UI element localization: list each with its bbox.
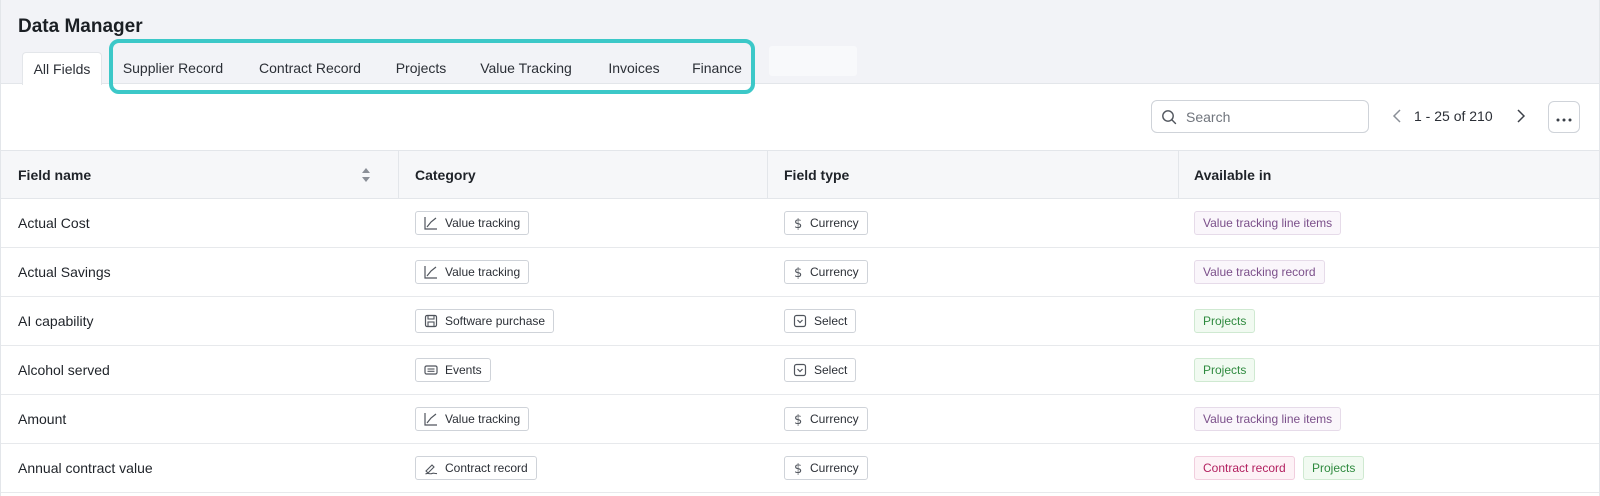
category-chip: Software purchase bbox=[415, 309, 555, 333]
ticket-icon bbox=[424, 363, 438, 377]
more-options-button[interactable] bbox=[1548, 101, 1580, 133]
tab-projects[interactable]: Projects bbox=[393, 51, 449, 84]
field-name: Alcohol served bbox=[18, 362, 110, 378]
column-header-field-name[interactable]: Field name bbox=[18, 151, 91, 198]
field-type-chip: $ Currency bbox=[784, 456, 868, 480]
chevron-left-icon[interactable] bbox=[1387, 104, 1407, 128]
page-title: Data Manager bbox=[18, 16, 143, 37]
trend-line-icon bbox=[424, 412, 438, 426]
field-type-chip: Select bbox=[784, 358, 857, 382]
svg-text:$: $ bbox=[794, 413, 802, 426]
tab-value-tracking[interactable]: Value Tracking bbox=[477, 51, 575, 84]
table-row[interactable]: Actual Cost Value tracking $ Currency Va… bbox=[1, 199, 1599, 248]
chevron-right-icon[interactable] bbox=[1511, 104, 1531, 128]
svg-text:$: $ bbox=[794, 462, 802, 475]
search-box[interactable] bbox=[1151, 100, 1369, 133]
field-type-chip: $ Currency bbox=[784, 211, 868, 235]
field-name: Annual contract value bbox=[18, 460, 153, 476]
select-box-icon bbox=[793, 314, 807, 328]
column-header-field-type[interactable]: Field type bbox=[784, 151, 849, 198]
app-window: Data Manager All Fields Supplier Record … bbox=[0, 0, 1600, 496]
table-row[interactable]: Actual Savings Value tracking $ Currency… bbox=[1, 248, 1599, 297]
table-row[interactable]: Amount Value tracking $ Currency Value t… bbox=[1, 395, 1599, 444]
table-row[interactable]: Alcohol served Events Select Projects bbox=[1, 346, 1599, 395]
select-box-icon bbox=[793, 363, 807, 377]
table-header: Field name Category Field type Available… bbox=[1, 150, 1599, 199]
placeholder-tab bbox=[769, 46, 857, 76]
svg-text:$: $ bbox=[794, 266, 802, 279]
availability-badge: Projects bbox=[1303, 456, 1365, 480]
field-name: Actual Cost bbox=[18, 215, 90, 231]
table-row[interactable]: AI capability Software purchase Select P… bbox=[1, 297, 1599, 346]
availability-badge: Value tracking line items bbox=[1194, 407, 1342, 431]
category-chip: Contract record bbox=[415, 456, 537, 480]
field-name: AI capability bbox=[18, 313, 94, 329]
dollar-icon: $ bbox=[793, 216, 803, 230]
sort-icon[interactable] bbox=[361, 167, 371, 188]
field-type-chip: $ Currency bbox=[784, 260, 868, 284]
availability-badge: Value tracking record bbox=[1194, 260, 1325, 284]
svg-text:$: $ bbox=[794, 217, 802, 230]
availability-badge: Value tracking line items bbox=[1194, 211, 1342, 235]
page-header: Data Manager All Fields Supplier Record … bbox=[1, 0, 1599, 94]
column-header-category[interactable]: Category bbox=[415, 151, 476, 198]
pagination-label: 1 - 25 of 210 bbox=[1414, 108, 1493, 124]
field-type-chip: $ Currency bbox=[784, 407, 868, 431]
dollar-icon: $ bbox=[793, 461, 803, 475]
floppy-disk-icon bbox=[424, 314, 438, 328]
column-divider bbox=[767, 151, 768, 198]
availability-badge: Contract record bbox=[1194, 456, 1295, 480]
trend-line-icon bbox=[424, 265, 438, 279]
column-header-available-in[interactable]: Available in bbox=[1194, 151, 1271, 198]
ellipsis-icon bbox=[1556, 109, 1572, 125]
search-icon bbox=[1152, 109, 1186, 125]
column-divider bbox=[1178, 151, 1179, 198]
category-chip: Events bbox=[415, 358, 491, 382]
dollar-icon: $ bbox=[793, 265, 803, 279]
tab-contract-record[interactable]: Contract Record bbox=[256, 51, 364, 84]
availability-badge: Projects bbox=[1194, 309, 1256, 333]
tab-finance[interactable]: Finance bbox=[689, 51, 745, 84]
table-row[interactable]: Annual contract value Contract record $ … bbox=[1, 444, 1599, 493]
field-name: Amount bbox=[18, 411, 67, 427]
tab-supplier-record[interactable]: Supplier Record bbox=[123, 51, 223, 84]
field-type-chip: Select bbox=[784, 309, 857, 333]
signature-icon bbox=[424, 461, 438, 475]
trend-line-icon bbox=[424, 216, 438, 230]
tab-invoices[interactable]: Invoices bbox=[604, 51, 664, 84]
dollar-icon: $ bbox=[793, 412, 803, 426]
search-input[interactable] bbox=[1186, 108, 1356, 125]
field-name: Actual Savings bbox=[18, 264, 111, 280]
category-chip: Value tracking bbox=[415, 407, 530, 431]
category-chip: Value tracking bbox=[415, 211, 530, 235]
category-chip: Value tracking bbox=[415, 260, 530, 284]
tab-all-fields[interactable]: All Fields bbox=[22, 52, 102, 85]
column-divider bbox=[398, 151, 399, 198]
availability-badge: Projects bbox=[1194, 358, 1256, 382]
